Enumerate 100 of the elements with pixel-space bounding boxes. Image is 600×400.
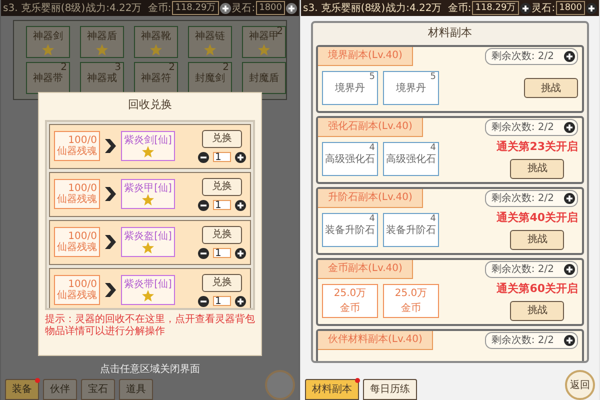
chevron-icon	[105, 139, 116, 153]
cost-count: 100/0	[68, 279, 97, 290]
tab[interactable]: 材料副本	[305, 379, 359, 400]
chevron-icon	[105, 187, 116, 201]
tab[interactable]: 道具	[119, 379, 153, 400]
item-name: 神器带	[33, 72, 63, 86]
chevron-icon	[105, 283, 116, 297]
item-count: 4	[369, 143, 375, 153]
player-name: s3. 克乐婴丽(8级)	[3, 2, 86, 16]
item-name: 封魔剑	[195, 72, 225, 86]
item-name: 境界丹	[396, 82, 426, 96]
exchange-button[interactable]: 兑换	[202, 226, 242, 244]
power-value: 战力:4.22万	[386, 2, 442, 16]
item-name: 神器戒	[87, 72, 117, 86]
unlock-text: 通关第40关开启	[496, 210, 578, 226]
quantity-field[interactable]: 1	[213, 248, 231, 258]
plus-icon[interactable]	[235, 152, 246, 162]
challenge-button[interactable]: 挑战	[510, 230, 564, 250]
exchange-button[interactable]: 兑换	[202, 274, 242, 292]
cost-name: 仙器残魂	[57, 194, 97, 205]
item-name: 高级强化石	[325, 152, 375, 166]
exchange-button[interactable]: 兑换	[202, 130, 242, 148]
item-name: 金币	[401, 302, 421, 316]
stone-label: 灵石:	[232, 2, 256, 16]
cost-count: 100/0	[68, 135, 97, 146]
unlock-text: 通关第23关开启	[496, 139, 578, 156]
back-button[interactable]: 返回	[565, 370, 595, 400]
challenge-button[interactable]: 挑战	[524, 78, 578, 98]
tip-text: 提示：灵器的回收不在这里，点开查看灵器背包物品详情可以进行分解操作	[45, 314, 255, 338]
item-name: 神器甲	[249, 30, 279, 44]
plus-icon[interactable]	[286, 2, 297, 14]
close-hint: 点击任意区域关闭界面	[99, 362, 201, 377]
dungeon-title: 金币副本(Lv.40)	[318, 260, 414, 278]
cost-count: 100/0	[68, 231, 97, 242]
plus-icon[interactable]	[235, 248, 246, 258]
quantity-field[interactable]: 1	[213, 200, 231, 210]
item-count: 2	[222, 63, 229, 73]
reward-name: 紫炎带[仙]	[124, 278, 172, 290]
dungeon-title: 强化石副本(Lv.40)	[318, 118, 424, 136]
plus-icon[interactable]	[564, 122, 575, 132]
quantity-field[interactable]: 1	[213, 152, 231, 162]
player-name: s3. 克乐婴丽(8级)	[303, 2, 386, 16]
remaining-text: 剩余次数: 2/2	[491, 50, 554, 64]
item-name: 封魔盾	[249, 72, 279, 86]
plus-icon[interactable]	[564, 264, 575, 274]
item-count: 4	[369, 214, 375, 224]
item-count: 5	[369, 72, 375, 82]
plus-icon[interactable]	[220, 2, 231, 14]
dungeon-title: 升阶石副本(Lv.40)	[318, 188, 424, 208]
remaining-text: 剩余次数: 2/2	[491, 120, 554, 134]
coin-label: 金币:	[448, 2, 472, 16]
item-name: 境界丹	[335, 82, 365, 96]
minus-icon[interactable]	[198, 152, 209, 162]
cost-count: 100/0	[68, 183, 97, 194]
tab[interactable]: 每日历练	[363, 379, 417, 400]
plus-icon[interactable]	[564, 50, 575, 62]
item-name: 神器符	[141, 72, 171, 86]
minus-icon[interactable]	[198, 200, 209, 210]
item-count: 3	[114, 63, 121, 73]
plus-icon[interactable]	[235, 296, 246, 306]
remaining-text: 剩余次数: 2/2	[491, 192, 554, 206]
quantity-field[interactable]: 1	[213, 296, 231, 306]
plus-icon[interactable]	[564, 192, 575, 204]
minus-icon[interactable]	[198, 248, 209, 258]
item-name: 装备升阶石	[386, 224, 436, 238]
plus-icon[interactable]	[520, 2, 531, 14]
tab[interactable]: 宝石	[81, 379, 115, 400]
minus-icon[interactable]	[198, 296, 209, 306]
plus-icon[interactable]	[564, 334, 575, 346]
item-count: 2	[168, 63, 175, 73]
challenge-button[interactable]: 挑战	[510, 300, 564, 321]
reward-name: 紫炎盔[仙]	[124, 230, 172, 242]
coin-label: 金币:	[148, 2, 172, 16]
item-name: 神器剑	[33, 30, 63, 44]
plus-icon[interactable]	[586, 2, 597, 14]
reward-name: 紫炎甲[仙]	[124, 182, 172, 194]
cost-name: 仙器残魂	[57, 290, 97, 301]
item-name: 金币	[340, 302, 360, 316]
star-icon	[142, 146, 154, 158]
item-count: 25.0万	[394, 287, 428, 301]
item-count: 2	[60, 63, 67, 73]
plus-icon[interactable]	[235, 200, 246, 210]
cost-name: 仙器残魂	[57, 146, 97, 157]
stone-value: 1800	[556, 1, 585, 15]
remaining-text: 剩余次数: 2/2	[491, 262, 554, 276]
item-name: 神器链	[195, 30, 225, 44]
star-icon	[142, 242, 154, 254]
challenge-button[interactable]: 挑战	[510, 158, 564, 179]
item-count: 4	[430, 214, 436, 224]
stone-label: 灵石:	[532, 2, 556, 16]
dungeon-title: 伙伴材料副本(Lv.40)	[318, 330, 434, 350]
chevron-icon	[105, 235, 116, 249]
tab[interactable]: 伙伴	[43, 379, 77, 400]
unlock-text: 通关第60关开启	[496, 281, 578, 298]
item-count: 2	[276, 27, 283, 37]
dialog-title: 回收兑换	[128, 97, 172, 113]
exchange-button[interactable]: 兑换	[202, 178, 242, 196]
item-count: 25.0万	[334, 287, 366, 301]
star-icon	[142, 194, 154, 206]
tab[interactable]: 装备	[5, 379, 39, 400]
